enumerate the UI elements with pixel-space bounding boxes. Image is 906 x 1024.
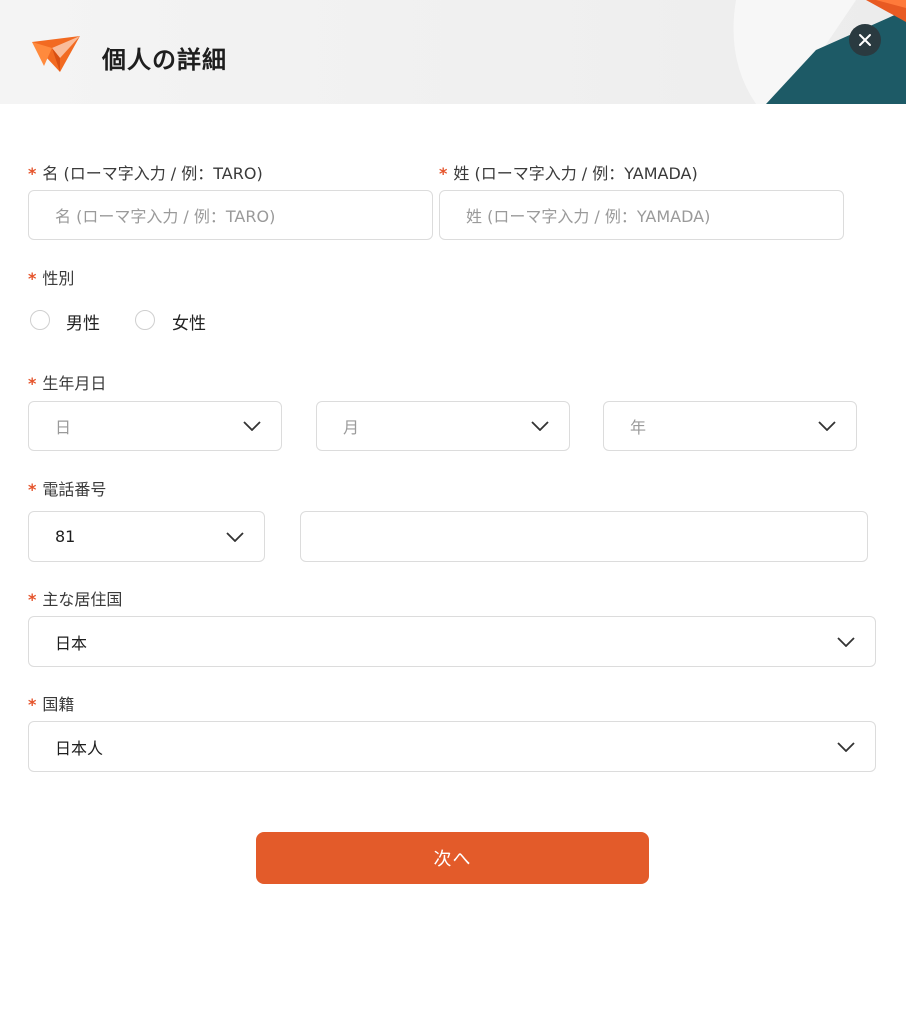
chevron-down-icon [226, 531, 244, 542]
required-mark: * [28, 164, 37, 183]
chevron-down-icon [837, 741, 855, 752]
chevron-down-icon [818, 421, 836, 431]
gender-female-radio[interactable] [135, 310, 155, 330]
first-name-input[interactable]: 名 (ローマ字入力 / 例：TARO) [28, 190, 433, 240]
close-icon [859, 34, 871, 46]
first-name-label: * 名 (ローマ字入力 / 例：TARO) [28, 164, 263, 183]
personal-details-modal: 個人の詳細 * 名 (ローマ字入力 / 例：TARO) 名 (ローマ字入力 / 例… [0, 0, 906, 1024]
birthdate-label: * 生年月日 [28, 374, 107, 393]
first-name-placeholder: 名 (ローマ字入力 / 例：TARO) [55, 207, 276, 226]
nationality-label: * 国籍 [28, 695, 75, 714]
required-mark: * [439, 164, 448, 183]
chevron-down-icon [531, 421, 549, 431]
page-title: 個人の詳細 [102, 46, 227, 74]
nationality-select[interactable]: 日本人 [28, 721, 876, 772]
birth-year-placeholder: 年 [630, 418, 647, 437]
phone-number-input[interactable] [300, 511, 868, 562]
header-decoration-icon [733, 0, 906, 104]
last-name-placeholder: 姓 (ローマ字入力 / 例：YAMADA) [466, 207, 711, 226]
chevron-down-icon [243, 421, 261, 431]
birth-month-placeholder: 月 [343, 418, 360, 437]
phone-label: * 電話番号 [28, 480, 107, 499]
next-button[interactable]: 次へ [256, 832, 649, 884]
country-code-select[interactable]: 81 [28, 511, 265, 562]
gender-label: * 性別 [28, 269, 75, 288]
gender-male-radio[interactable] [30, 310, 50, 330]
gender-male-label[interactable]: 男性 [66, 309, 100, 334]
birth-year-select[interactable]: 年 [603, 401, 857, 451]
chevron-down-icon [837, 636, 855, 647]
required-mark: * [28, 695, 37, 714]
close-button[interactable] [849, 24, 881, 56]
residence-value: 日本 [55, 633, 88, 653]
birth-month-select[interactable]: 月 [316, 401, 570, 451]
last-name-label: * 姓 (ローマ字入力 / 例：YAMADA) [439, 164, 698, 183]
required-mark: * [28, 590, 37, 609]
nationality-value: 日本人 [55, 738, 104, 758]
country-code-value: 81 [55, 527, 76, 546]
birth-day-select[interactable]: 日 [28, 401, 282, 451]
last-name-input[interactable]: 姓 (ローマ字入力 / 例：YAMADA) [439, 190, 844, 240]
modal-header: 個人の詳細 [0, 0, 906, 104]
brand-logo-icon [32, 36, 80, 72]
required-mark: * [28, 269, 37, 288]
required-mark: * [28, 374, 37, 393]
residence-select[interactable]: 日本 [28, 616, 876, 667]
gender-female-label[interactable]: 女性 [172, 309, 206, 334]
residence-label: * 主な居住国 [28, 590, 123, 609]
required-mark: * [28, 480, 37, 499]
birth-day-placeholder: 日 [55, 418, 72, 437]
